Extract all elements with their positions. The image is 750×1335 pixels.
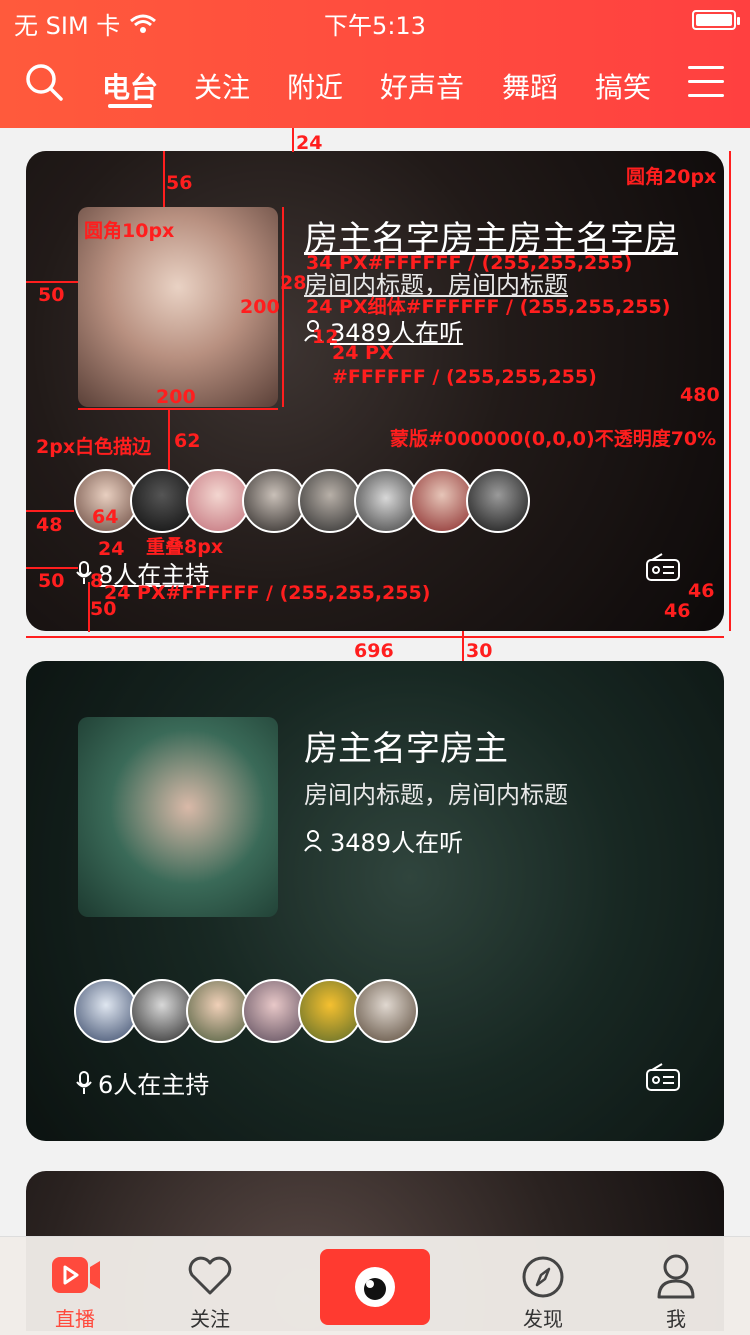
annotation: 46	[664, 600, 691, 622]
room-subtitle: 房间内标题，房间内标题	[304, 781, 568, 809]
tab-label: 关注	[190, 1307, 230, 1331]
tab-nearby[interactable]: 附近	[287, 66, 343, 106]
active-tab-indicator	[108, 104, 152, 108]
menu-icon[interactable]	[688, 66, 724, 98]
avatar[interactable]	[130, 979, 194, 1043]
tab-label: 发现	[523, 1307, 563, 1331]
host-avatars	[74, 979, 418, 1043]
host-count: 6人在主持	[76, 1065, 209, 1100]
annotation: 圆角10px	[84, 220, 175, 242]
tab-dance[interactable]: 舞蹈	[502, 66, 558, 106]
annotation: 64	[92, 506, 119, 528]
radio-icon[interactable]	[646, 1063, 680, 1091]
annotation: 圆角20px	[626, 166, 717, 188]
battery-icon	[692, 10, 740, 30]
room-owner-name: 房主名字房主	[304, 729, 508, 769]
annotation: 696	[354, 640, 394, 662]
profile-icon	[657, 1254, 695, 1299]
tab-funny[interactable]: 搞笑	[595, 66, 651, 106]
tab-live[interactable]: 直播	[20, 1237, 130, 1335]
heart-icon	[188, 1256, 232, 1295]
annotation: 50	[38, 284, 65, 306]
bottom-tab-bar: 直播 关注 发现 我	[0, 1236, 750, 1335]
annotation-line	[462, 631, 464, 661]
annotation: 24	[98, 538, 125, 560]
host-avatars	[74, 469, 530, 533]
annotation: 46	[688, 580, 715, 602]
annotation-line	[26, 510, 74, 512]
compass-icon	[522, 1256, 564, 1298]
avatar[interactable]	[354, 469, 418, 533]
annotation: 480	[680, 384, 720, 406]
annotation: 30	[466, 640, 493, 662]
tab-follow-bottom[interactable]: 关注	[155, 1237, 265, 1335]
annotation: 2px白色描边	[36, 436, 152, 458]
avatar[interactable]	[466, 469, 530, 533]
tab-good-voice[interactable]: 好声音	[380, 66, 464, 106]
annotation: 56	[166, 172, 193, 194]
category-nav: 电台 关注 附近 好声音 舞蹈 搞笑	[0, 58, 750, 118]
avatar[interactable]	[130, 469, 194, 533]
annotation: 重叠8px	[146, 536, 224, 558]
annotation-line	[168, 408, 170, 470]
annotation: 24 PX细体#FFFFFF / (255,255,255)	[306, 296, 671, 318]
annotation: 8	[90, 570, 104, 592]
start-live-button[interactable]	[320, 1249, 430, 1325]
annotation: 24 PX	[332, 342, 394, 364]
host-count-text: 6人在主持	[98, 1071, 210, 1099]
annotation: 62	[174, 430, 201, 452]
search-icon[interactable]	[24, 62, 64, 102]
tab-label: 直播	[55, 1307, 95, 1331]
annotation-line	[26, 567, 78, 569]
annotation: #FFFFFF / (255,255,255)	[332, 366, 597, 388]
avatar[interactable]	[354, 979, 418, 1043]
listener-count-text: 3489人在听	[330, 829, 464, 857]
annotation: 34 PX#FFFFFF / (255,255,255)	[306, 252, 633, 274]
room-cover	[78, 717, 278, 917]
annotation-line	[729, 151, 731, 631]
tab-label: 我	[666, 1307, 686, 1331]
annotation: 24 PX#FFFFFF / (255,255,255)	[104, 582, 431, 604]
live-icon	[52, 1257, 100, 1293]
person-icon	[304, 829, 322, 852]
microphone-icon	[76, 1070, 92, 1094]
annotation: 200	[240, 296, 280, 318]
annotation: 蒙版#000000(0,0,0)不透明度70%	[390, 428, 717, 450]
annotation-line	[292, 128, 294, 152]
annotation-line	[282, 207, 284, 407]
avatar[interactable]	[410, 469, 474, 533]
status-time: 下午5:13	[324, 12, 426, 40]
tab-me[interactable]: 我	[621, 1237, 731, 1335]
tab-follow[interactable]: 关注	[194, 66, 250, 106]
room-card[interactable]: 房主名字房主 房间内标题，房间内标题 3489人在听 6人在主持	[26, 661, 724, 1141]
annotation-line	[26, 281, 78, 283]
annotation: 24	[296, 132, 323, 154]
annotation: 48	[36, 514, 63, 536]
annotation-line	[78, 408, 278, 410]
annotation: 50	[38, 570, 65, 592]
tab-radio[interactable]: 电台	[102, 66, 158, 106]
annotation: 50	[90, 598, 117, 620]
tab-discover[interactable]: 发现	[488, 1237, 598, 1335]
avatar[interactable]	[74, 979, 138, 1043]
avatar[interactable]	[242, 979, 306, 1043]
listener-count: 3489人在听	[304, 823, 463, 858]
camera-eye-icon	[355, 1267, 395, 1307]
annotation: 200	[156, 386, 196, 408]
annotation-line	[163, 151, 165, 207]
avatar[interactable]	[186, 469, 250, 533]
avatar[interactable]	[242, 469, 306, 533]
avatar[interactable]	[298, 469, 362, 533]
avatar[interactable]	[186, 979, 250, 1043]
annotation-line	[26, 636, 724, 638]
top-header: 无 SIM 卡 下午5:13 电台 关注 附近 好声音 舞蹈 搞笑	[0, 0, 750, 128]
status-bar: 无 SIM 卡 下午5:13	[0, 0, 750, 40]
avatar[interactable]	[298, 979, 362, 1043]
radio-icon[interactable]	[646, 553, 680, 581]
